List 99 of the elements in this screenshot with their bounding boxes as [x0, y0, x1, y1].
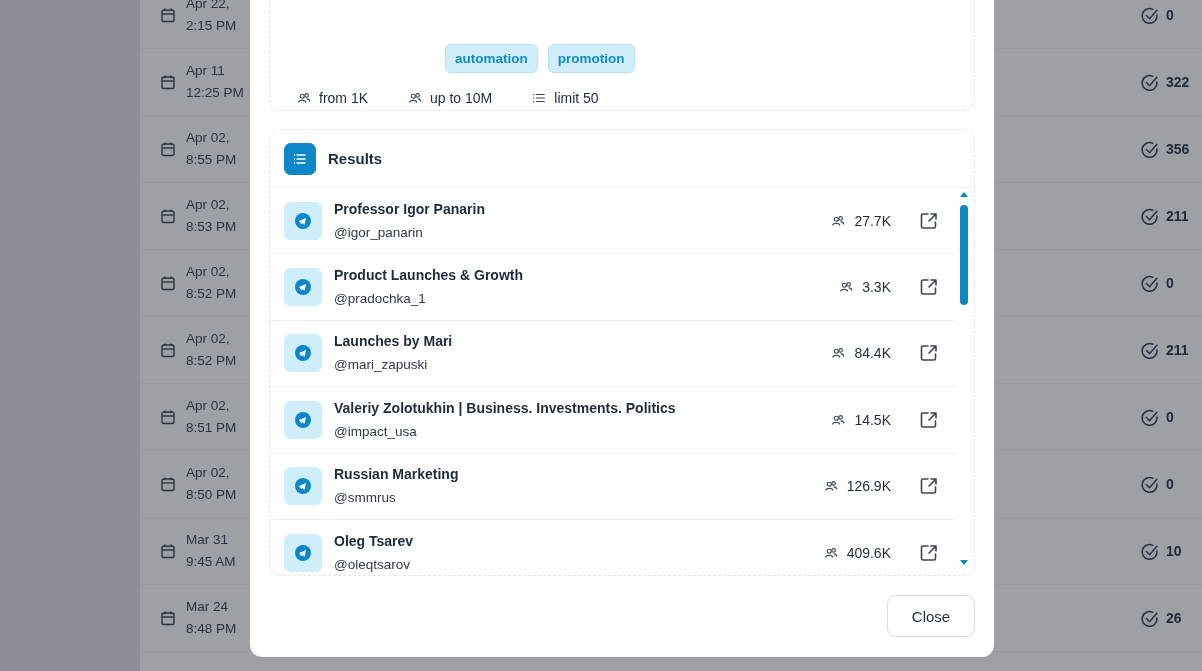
channel-name: Oleg Tsarev [334, 531, 414, 550]
external-link-icon[interactable] [919, 476, 939, 497]
row-count: 0 [1166, 409, 1174, 425]
channel-name: Valeriy Zolotukhin | Business. Investments. Politics [334, 398, 676, 417]
channel-handle: @mari_zapuski [334, 356, 429, 375]
channel-handle: @pradochka_1 [334, 290, 427, 309]
telegram-icon [284, 201, 322, 240]
telegram-icon [284, 533, 322, 572]
tag: automation [445, 44, 538, 73]
row-date: Apr 02, [186, 330, 231, 348]
row-count: 211 [1166, 208, 1189, 224]
external-link-icon[interactable] [919, 343, 939, 364]
row-time: 12:25 PM [186, 84, 245, 102]
row-date: Apr 11 [186, 62, 226, 80]
channel-name: Product Launches & Growth [334, 266, 523, 285]
row-date: Apr 02, [186, 196, 231, 214]
calendar-icon [160, 141, 176, 157]
people-icon [297, 91, 311, 105]
subscriber-count: 409.6K [846, 544, 891, 561]
calendar-icon [160, 208, 176, 224]
row-date: Mar 24 [186, 598, 230, 616]
calendar-icon [160, 275, 176, 291]
people-icon [831, 213, 846, 228]
row-time: 9:45 AM [186, 553, 237, 571]
people-icon [831, 412, 846, 427]
row-count: 0 [1166, 476, 1174, 492]
external-link-icon[interactable] [919, 277, 939, 298]
subscriber-count: 126.9K [846, 478, 891, 495]
external-link-icon[interactable] [919, 409, 939, 430]
list-icon [284, 142, 316, 175]
calendar-icon [160, 74, 176, 90]
channel-handle: @impact_usa [334, 422, 418, 441]
channel-handle: @oleqtsarov [334, 555, 411, 574]
list-icon [532, 91, 547, 105]
check-circle-icon [1140, 274, 1158, 292]
row-time: 8:52 PM [186, 352, 238, 370]
tag: promotion [547, 44, 635, 73]
result-row[interactable]: Professor Igor Panarin @igor_panarin 27.7K [270, 188, 957, 255]
channel-name: Launches by Mari [334, 332, 453, 351]
check-circle-icon [1140, 6, 1158, 24]
row-time: 8:50 PM [186, 486, 238, 504]
check-circle-icon [1140, 408, 1158, 426]
telegram-icon [284, 400, 322, 439]
check-circle-icon [1140, 207, 1158, 225]
channel-name: Professor Igor Panarin [334, 199, 485, 218]
row-count: 10 [1166, 543, 1182, 559]
row-time: 8:52 PM [186, 285, 238, 303]
row-time: 8:55 PM [186, 151, 238, 169]
channel-handle: @smmrus [334, 489, 397, 508]
people-icon [408, 91, 422, 105]
result-row[interactable]: Russian Marketing @smmrus 126.9K [270, 453, 957, 520]
row-count: 0 [1166, 7, 1174, 23]
row-count: 0 [1166, 275, 1174, 291]
check-circle-icon [1140, 140, 1158, 158]
result-row[interactable]: Product Launches & Growth @pradochka_1 3.3K [270, 254, 957, 321]
filter-label: up to 10M [430, 90, 493, 106]
calendar-icon [160, 543, 176, 559]
telegram-icon [284, 467, 322, 506]
row-date: Apr 02, [186, 263, 231, 281]
row-time: 2:15 PM [186, 17, 238, 35]
row-date: Apr 02, [186, 397, 231, 415]
channel-handle: @igor_panarin [334, 223, 424, 242]
row-date: Apr 02, [186, 464, 231, 482]
row-count: 211 [1166, 342, 1189, 358]
result-row[interactable]: Oleg Tsarev @oleqtsarov 409.6K [270, 519, 957, 575]
section-title: Results [328, 150, 383, 167]
subscriber-count: 84.4K [854, 345, 891, 362]
telegram-icon [284, 334, 322, 373]
check-circle-icon [1140, 475, 1158, 493]
row-date: Mar 31 [186, 531, 230, 549]
subscriber-count: 14.5K [854, 411, 891, 428]
people-icon [823, 545, 838, 560]
row-count: 26 [1166, 610, 1182, 626]
calendar-icon [160, 409, 176, 425]
result-row[interactable]: Launches by Mari @mari_zapuski 84.4K [270, 320, 957, 388]
result-row[interactable]: Valeriy Zolotukhin | Business. Investments. Politics @impact_usa 14.5K [270, 387, 957, 454]
calendar-icon [160, 7, 176, 23]
calendar-icon [160, 610, 176, 626]
subscriber-count: 3.3K [862, 279, 891, 296]
filter-label: from 1K [319, 90, 368, 106]
close-button[interactable]: Close [887, 595, 975, 637]
row-time: 8:51 PM [186, 419, 238, 437]
telegram-icon [284, 268, 322, 307]
row-time: 8:53 PM [186, 218, 238, 236]
channel-name: Russian Marketing [334, 465, 459, 484]
calendar-icon [160, 476, 176, 492]
check-circle-icon [1140, 542, 1158, 560]
check-circle-icon [1140, 609, 1158, 627]
calendar-icon [160, 342, 176, 358]
row-date: Apr 02, [186, 129, 231, 147]
external-link-icon[interactable] [919, 542, 939, 563]
check-circle-icon [1140, 73, 1158, 91]
row-count: 322 [1166, 74, 1190, 90]
row-time: 8:48 PM [186, 620, 238, 638]
filter-label: limit 50 [554, 90, 599, 106]
subscriber-count: 27.7K [854, 212, 891, 229]
external-link-icon[interactable] [919, 210, 939, 231]
check-circle-icon [1140, 341, 1158, 359]
row-count: 356 [1166, 141, 1190, 157]
